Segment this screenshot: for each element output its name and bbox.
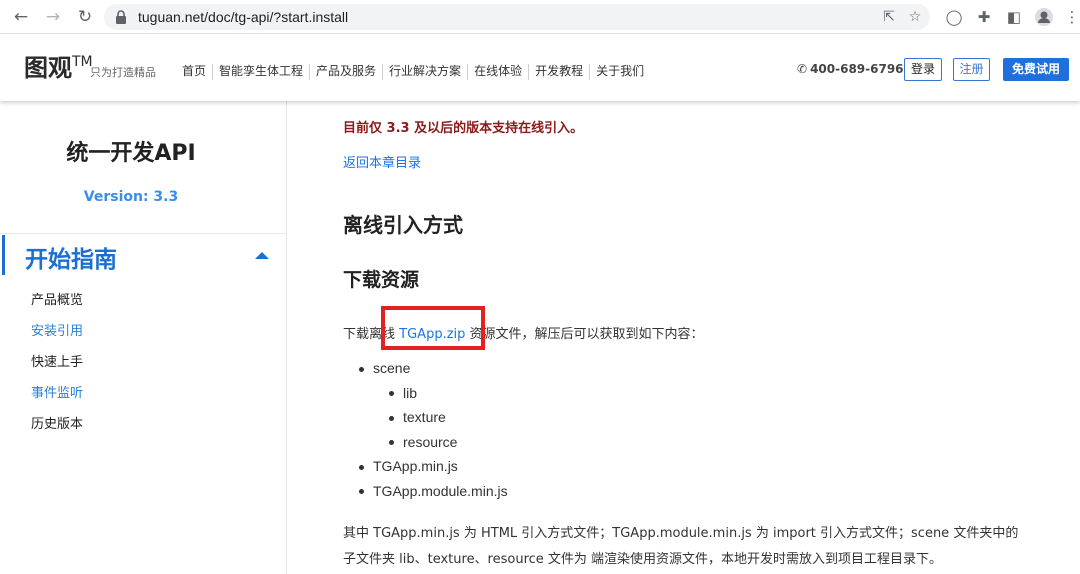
sidebar-item-events[interactable]: 事件监听 bbox=[31, 382, 83, 401]
puzzle-icon[interactable]: ✚ bbox=[974, 7, 994, 27]
heading-offline-import: 离线引入方式 bbox=[343, 213, 463, 237]
file-description-line-1: 其中 TGApp.min.js 为 HTML 引入方式文件；TGApp.modu… bbox=[343, 526, 1019, 541]
menu-item-tutorials[interactable]: 开发教程 bbox=[528, 64, 589, 80]
sidebar-title: 统一开发API bbox=[66, 141, 196, 166]
sidebar-item-install[interactable]: 安装引用 bbox=[31, 320, 83, 339]
url-text: tuguan.net/doc/tg-api/?start.install bbox=[138, 9, 349, 25]
bullet bbox=[359, 489, 364, 494]
list-item-resource: resource bbox=[403, 434, 458, 450]
menu-item-home[interactable]: 首页 bbox=[176, 64, 212, 80]
download-text-after: 资源文件，解压后可以获取到如下内容： bbox=[469, 327, 704, 342]
register-button[interactable]: 注册 bbox=[953, 58, 990, 81]
address-bar[interactable]: tuguan.net/doc/tg-api/?start.install ⇱ ☆ bbox=[104, 4, 930, 30]
bullet bbox=[359, 465, 364, 470]
menu-item-about[interactable]: 关于我们 bbox=[589, 64, 650, 80]
menu-item-solutions[interactable]: 行业解决方案 bbox=[382, 64, 467, 80]
free-trial-button[interactable]: 免费试用 bbox=[1003, 58, 1069, 81]
section-title: 开始指南 bbox=[25, 247, 117, 273]
bullet bbox=[389, 391, 394, 396]
menu-item-products[interactable]: 产品及服务 bbox=[309, 64, 382, 80]
profile-avatar-icon[interactable] bbox=[1034, 7, 1054, 27]
sidebar-divider bbox=[0, 233, 287, 234]
menu-item-online-demo[interactable]: 在线体验 bbox=[467, 64, 528, 80]
site-slogan: 只为打造精品 bbox=[90, 66, 156, 79]
bookmark-star-icon[interactable]: ☆ bbox=[906, 8, 924, 26]
extension-circle-icon[interactable]: ◯ bbox=[944, 7, 964, 27]
file-description-line-2: 子文件夹 lib、texture、resource 文件为 端渲染使用资源文件，… bbox=[343, 552, 943, 567]
list-item-scene: scene bbox=[373, 360, 411, 376]
reload-icon[interactable]: ↻ bbox=[74, 6, 96, 28]
share-icon[interactable]: ⇱ bbox=[880, 8, 898, 26]
highlight-box bbox=[381, 306, 485, 350]
forward-arrow-icon[interactable]: → bbox=[42, 6, 64, 28]
caret-up-icon[interactable] bbox=[255, 252, 269, 259]
bullet bbox=[389, 416, 394, 421]
sidebar-item-history[interactable]: 历史版本 bbox=[31, 413, 83, 432]
main-menu: 首页 智能孪生体工程 产品及服务 行业解决方案 在线体验 开发教程 关于我们 bbox=[176, 64, 650, 80]
browser-toolbar: ← → ↻ tuguan.net/doc/tg-api/?start.insta… bbox=[0, 0, 1080, 34]
list-item-lib: lib bbox=[403, 385, 418, 401]
phone-contact: ✆ 400-689-6796 bbox=[797, 62, 904, 76]
lock-icon bbox=[116, 10, 126, 24]
file-description-paragraph: 其中 TGApp.min.js 为 HTML 引入方式文件；TGApp.modu… bbox=[343, 521, 1033, 573]
list-item-module-js: TGApp.module.min.js bbox=[373, 483, 508, 499]
heading-download-resources: 下载资源 bbox=[343, 269, 420, 291]
side-panel-icon[interactable]: ◧ bbox=[1004, 7, 1024, 27]
back-arrow-icon[interactable]: ← bbox=[10, 6, 32, 28]
version-label: Version: 3.3 bbox=[83, 189, 179, 205]
login-button[interactable]: 登录 bbox=[904, 58, 942, 81]
site-logo[interactable]: 图观 bbox=[24, 53, 72, 83]
back-to-chapter-link[interactable]: 返回本章目录 bbox=[343, 152, 421, 171]
menu-item-twin-engineering[interactable]: 智能孪生体工程 bbox=[212, 64, 309, 80]
sidebar-item-overview[interactable]: 产品概览 bbox=[31, 289, 83, 308]
version-notice: 目前仅 3.3 及以后的版本支持在线引入。 bbox=[343, 121, 584, 136]
bullet bbox=[359, 367, 364, 372]
list-item-min-js: TGApp.min.js bbox=[373, 458, 458, 474]
bullet bbox=[389, 440, 394, 445]
doc-sidebar: 统一开发API Version: 3.3 开始指南 产品概览 安装引用 快速上手… bbox=[0, 101, 287, 574]
phone-icon: ✆ bbox=[797, 62, 808, 76]
list-item-texture: texture bbox=[403, 409, 446, 425]
sidebar-item-quickstart[interactable]: 快速上手 bbox=[31, 351, 83, 370]
section-getting-started[interactable]: 开始指南 bbox=[2, 235, 286, 275]
site-header: 图观 TM 只为打造精品 首页 智能孪生体工程 产品及服务 行业解决方案 在线体… bbox=[0, 35, 1080, 101]
phone-number: 400-689-6796 bbox=[810, 62, 904, 76]
browser-menu-icon[interactable]: ⋮ bbox=[1062, 7, 1080, 27]
